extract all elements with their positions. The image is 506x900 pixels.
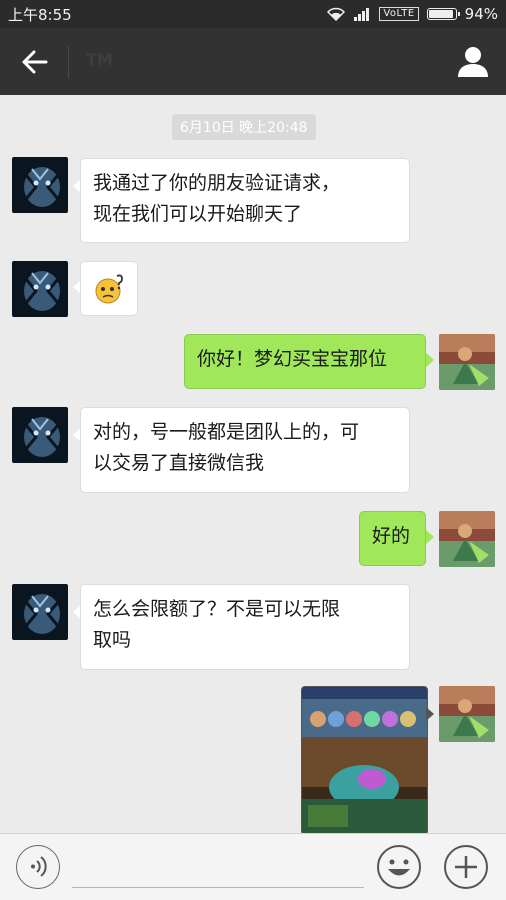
signal-icon [354,8,370,21]
message-text-line: 取吗 [93,629,132,651]
message-bubble-sent[interactable]: 你好！梦幻买宝宝那位 [184,334,426,389]
message-bubble-received[interactable]: 对的，号一般都是团队上的，可 以交易了直接微信我 [80,407,410,493]
my-avatar[interactable] [439,686,495,742]
more-options-button[interactable] [443,844,489,890]
user-photo-avatar [439,686,495,742]
battery-fill [428,10,454,18]
my-avatar[interactable] [439,511,495,567]
battery-icon [426,8,460,20]
user-photo-avatar [439,334,495,390]
message-text-line: 现在我们可以开始聊天了 [93,203,303,225]
message-bubble-received[interactable]: 怎么会限额了？不是可以无限 取吗 [80,584,410,670]
volte-indicator: VoLTE [379,7,419,21]
message-bubble-sent[interactable]: 好的 [359,511,426,566]
smiley-icon [377,845,421,889]
plus-icon [444,845,488,889]
status-time: 上午8:55 [8,5,72,24]
back-button[interactable] [18,45,52,79]
chat-header: TM [0,28,506,95]
message-bubble-received[interactable]: 我通过了你的朋友验证请求， 现在我们可以开始聊天了 [80,158,410,243]
message-text-line: 我通过了你的朋友验证请求， [93,172,341,194]
message-text-line: 怎么会限额了？不是可以无限 [93,598,341,620]
chat-info-button[interactable] [454,43,492,81]
message-list[interactable]: 6月10日 晚上20:48 我通过了你的朋友验证请求， 现在我们可以开始聊天了 [0,95,506,833]
contact-avatar[interactable] [12,157,68,213]
header-divider [68,46,69,78]
chat-title: TM [86,50,113,69]
status-indicators: VoLTE 94% [327,5,498,23]
my-avatar[interactable] [439,334,495,390]
tiger-avatar-image [12,261,68,317]
battery-percent: 94% [464,5,498,23]
message-timestamp: 6月10日 晚上20:48 [172,114,316,140]
voice-icon [31,856,47,877]
user-photo-avatar [439,511,495,567]
sticker-message[interactable] [80,261,138,316]
message-input[interactable] [72,887,364,888]
voice-button[interactable] [16,845,60,889]
message-text-line: 对的，号一般都是团队上的，可 [93,421,360,443]
person-icon [458,47,488,77]
wifi-icon [327,7,346,21]
tiger-avatar-image [12,407,68,463]
contact-avatar[interactable] [12,261,68,317]
image-message[interactable] [301,686,428,833]
emoji-button[interactable] [376,844,422,890]
message-text: 你好！梦幻买宝宝那位 [197,348,388,370]
tiger-avatar-image [12,157,68,213]
message-text: 好的 [372,525,411,547]
back-arrow-icon [22,50,48,74]
contact-avatar[interactable] [12,407,68,463]
game-screenshot-image [302,687,427,833]
tiger-avatar-image [12,584,68,640]
input-bar [0,833,506,900]
message-text-line: 以交易了直接微信我 [93,452,265,474]
contact-avatar[interactable] [12,584,68,640]
status-bar: 上午8:55 VoLTE 94% [0,0,506,28]
confused-face-emoji [95,274,123,304]
